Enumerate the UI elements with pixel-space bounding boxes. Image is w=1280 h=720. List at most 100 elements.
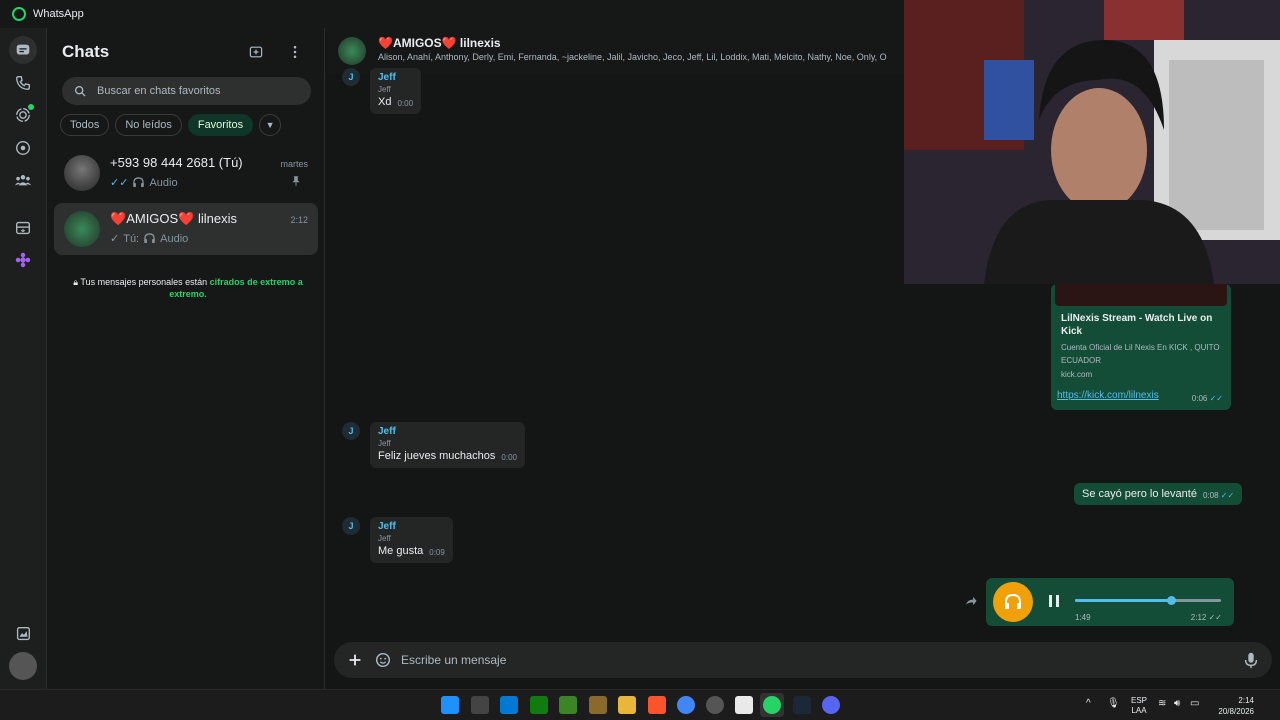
microphone-icon[interactable]: [1242, 651, 1260, 669]
audio-progress-knob[interactable]: [1167, 596, 1177, 605]
sender-avatar[interactable]: J: [342, 517, 360, 535]
chrome-icon[interactable]: [677, 696, 695, 714]
tray-chevron-up-icon[interactable]: ^: [1086, 698, 1091, 709]
brave-browser-icon[interactable]: [648, 696, 666, 714]
filter-all[interactable]: Todos: [60, 114, 110, 136]
sender-avatar[interactable]: J: [342, 68, 360, 86]
link-title: LilNexis Stream - Watch Live on Kick: [1061, 313, 1213, 337]
calls-icon[interactable]: [9, 69, 37, 97]
chat-time: 2:12: [290, 215, 308, 225]
group-name: ❤️AMIGOS❤️ lilnexis: [378, 36, 501, 50]
link-url[interactable]: https://kick.com/lilnexis: [1057, 390, 1159, 401]
time-text: 0:08: [1202, 491, 1219, 500]
message-text: Xd 0:00: [378, 96, 413, 108]
message-text: Feliz jueves muchachos 0:00: [378, 450, 517, 462]
message-time: 0:06 ✓✓: [1192, 394, 1223, 403]
profile-avatar[interactable]: [9, 652, 37, 680]
attach-plus-icon[interactable]: [346, 651, 364, 669]
headphones-icon: [144, 233, 155, 244]
windows-taskbar: ^ 🎙︎ ESP LAA ≋ 🔊︎ ▭ 2:14 20/8/2026: [0, 689, 1280, 720]
audio-message: 1:49 2:12 ✓✓: [986, 578, 1234, 626]
audio-progress-slider[interactable]: [1075, 596, 1221, 605]
message-input[interactable]: [401, 651, 1221, 669]
filter-more-chevron-down-icon[interactable]: ▼: [259, 114, 282, 136]
pause-icon[interactable]: [1048, 594, 1060, 608]
message-bubble-incoming[interactable]: Jeff Jeff Feliz jueves muchachos 0:00: [370, 422, 525, 468]
volume-icon[interactable]: 🔊︎: [1174, 698, 1180, 709]
sender-name: Jeff: [378, 521, 396, 532]
sticker-emoji-icon[interactable]: [374, 651, 392, 669]
chat-name: ❤️AMIGOS❤️ lilnexis: [110, 211, 237, 227]
battery-icon[interactable]: ▭: [1190, 698, 1199, 709]
chat-list-item-selected[interactable]: ❤️AMIGOS❤️ lilnexis 2:12 ✓ Tú: Audio: [54, 203, 318, 255]
chats-icon[interactable]: [9, 36, 37, 64]
game-icon[interactable]: [589, 696, 607, 714]
avatar: [64, 155, 100, 191]
lang-text: ESP: [1131, 696, 1148, 705]
link-thumbnail: [1055, 284, 1227, 306]
new-chat-icon[interactable]: [246, 42, 266, 62]
message-text: Me gusta 0:09: [378, 545, 445, 557]
double-check-icon: ✓✓: [1208, 613, 1222, 622]
start-windows-icon[interactable]: [441, 696, 459, 714]
chat-preview: ✓ Tú: Audio: [110, 232, 188, 246]
message-body: Feliz jueves muchachos: [378, 450, 496, 462]
status-unread-dot: [28, 104, 34, 110]
widgets-icon[interactable]: [471, 696, 489, 714]
capcut-icon[interactable]: [735, 696, 753, 714]
microphone-tray-icon[interactable]: 🎙︎: [1107, 698, 1120, 709]
message-bubble-incoming[interactable]: Jeff Jeff Me gusta 0:09: [370, 517, 453, 563]
sender-avatar[interactable]: J: [342, 422, 360, 440]
system-app-icon[interactable]: [706, 696, 724, 714]
nav-rail: [0, 28, 47, 689]
audio-progress-fill: [1075, 599, 1172, 602]
minecraft-icon[interactable]: [559, 696, 577, 714]
menu-icon[interactable]: [285, 42, 305, 62]
sender-name: Jeff: [378, 426, 396, 437]
discord-icon[interactable]: [822, 696, 840, 714]
store-icon[interactable]: [500, 696, 518, 714]
communities-icon[interactable]: [9, 166, 37, 194]
heart-emoji: ❤️: [378, 36, 393, 50]
avatar: [64, 211, 100, 247]
message-body: Xd: [378, 96, 392, 108]
audio-elapsed: 1:49: [1075, 613, 1091, 622]
chat-list-item[interactable]: +593 98 444 2681 (Tú) martes ✓✓ Audio: [54, 147, 318, 199]
headphones-icon: [133, 177, 145, 188]
meta-ai-icon[interactable]: [9, 246, 37, 274]
message-bubble-outgoing[interactable]: Se cayó pero lo levanté 0:08 ✓✓: [1074, 483, 1243, 505]
group-name-text: AMIGOS: [392, 36, 442, 50]
whatsapp-taskbar-icon[interactable]: [763, 696, 781, 714]
archived-icon[interactable]: [9, 214, 37, 242]
status-icon[interactable]: [9, 101, 37, 129]
audio-headphones-icon[interactable]: [993, 582, 1033, 622]
encryption-end: .: [204, 289, 207, 299]
message-body: Se cayó pero lo levanté: [1082, 488, 1197, 500]
steam-icon[interactable]: [793, 696, 811, 714]
language-indicator[interactable]: ESP LAA: [1131, 696, 1147, 716]
webcam-feed-image: [904, 0, 1280, 284]
channels-icon[interactable]: [9, 134, 37, 162]
forward-icon[interactable]: [964, 594, 978, 608]
xbox-icon[interactable]: [530, 696, 548, 714]
filter-favorites[interactable]: Favoritos: [187, 114, 254, 136]
search-input[interactable]: [97, 85, 297, 97]
message-time: 2:12 ✓✓: [1191, 613, 1222, 622]
preview-sender: Tú:: [123, 232, 140, 245]
message-time: 0:00: [397, 99, 414, 108]
whatsapp-logo-icon: [12, 7, 26, 21]
filter-unread[interactable]: No leídos: [115, 114, 182, 136]
message-time: 0:08 ✓✓: [1203, 491, 1234, 500]
media-icon[interactable]: [9, 620, 37, 648]
group-avatar[interactable]: [338, 37, 366, 65]
link-preview-card[interactable]: LilNexis Stream - Watch Live on Kick Cue…: [1051, 284, 1231, 410]
file-explorer-icon[interactable]: [618, 696, 636, 714]
clock[interactable]: 2:14 20/8/2026: [1214, 695, 1254, 717]
chat-list-panel: Chats Todos No leídos Favoritos ▼ +593 9…: [48, 28, 325, 689]
heart-emoji: ❤️: [110, 211, 127, 226]
message-bubble-incoming[interactable]: Jeff Jeff Xd 0:00: [370, 68, 422, 114]
encryption-note: 🔒︎ Tus mensajes personales están cifrado…: [68, 276, 308, 300]
double-check-icon: ✓✓: [1220, 491, 1235, 500]
wifi-icon[interactable]: ≋: [1158, 698, 1166, 709]
message-time: 0:09: [429, 548, 445, 557]
